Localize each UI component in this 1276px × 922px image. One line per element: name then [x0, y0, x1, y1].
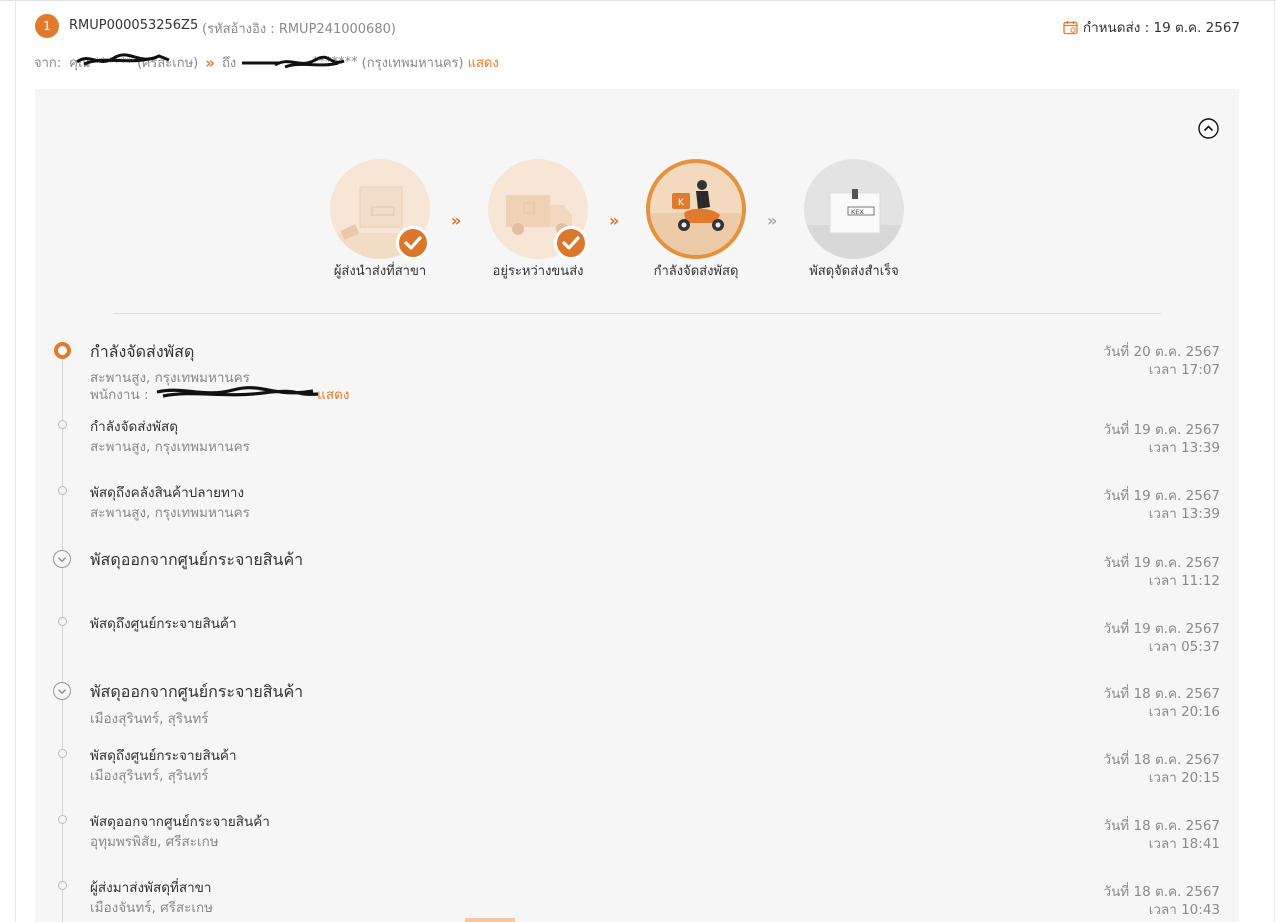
event-time: เวลา 13:39 [1148, 440, 1220, 456]
route-line: จาก: คุณ ****** (ศรีสะเกษ) » ถึง *******… [34, 52, 499, 73]
calendar-icon [1063, 20, 1078, 34]
event-datetime: วันที่ 19 ต.ค. 2567 เวลา 05:37 [1104, 620, 1221, 656]
step-delivered-illustration: KEX [804, 159, 904, 259]
right-border [1274, 0, 1275, 922]
event-time: เวลา 05:37 [1148, 639, 1220, 655]
double-chevron-icon: » [767, 211, 778, 230]
timeline-dot [58, 486, 67, 495]
step-label: ผู้ส่งนำส่งที่สาขา [333, 264, 427, 279]
timeline-dot [58, 617, 67, 626]
event-date: วันที่ 18 ต.ค. 2567 [1103, 752, 1221, 768]
expand-chevron-icon[interactable] [53, 682, 71, 700]
redaction-scribble [156, 386, 318, 398]
expand-chevron-icon[interactable] [53, 550, 71, 568]
recipient-name: ******* [240, 55, 358, 70]
event-date: วันที่ 20 ต.ค. 2567 [1103, 344, 1221, 360]
event-title: พัสดุถึงศูนย์กระจายสินค้า [90, 748, 237, 764]
event-staff: พนักงาน : แสดง [90, 383, 349, 405]
event-title: กำลังจัดส่งพัสดุ [90, 419, 179, 435]
double-chevron-icon: » [451, 211, 462, 230]
event-datetime: วันที่ 19 ต.ค. 2567 เวลา 13:39 [1104, 487, 1221, 523]
event-location: สะพานสูง, กรุงเทพมหานคร [90, 505, 250, 521]
timeline-dot [58, 420, 67, 429]
step-completed-check-icon [554, 226, 588, 260]
event-location: อุทุมพรพิสัย, ศรีสะเกษ [90, 834, 219, 850]
event-title: ผู้ส่งมาส่งพัสดุที่สาขา [90, 880, 212, 896]
event-datetime: วันที่ 18 ต.ค. 2567 เวลา 10:43 [1104, 883, 1221, 919]
event-datetime: วันที่ 19 ต.ค. 2567 เวลา 11:12 [1104, 554, 1221, 590]
event-title: พัสดุถึงคลังสินค้าปลายทาง [90, 485, 245, 501]
timeline-line [62, 359, 63, 922]
event-date: วันที่ 18 ต.ค. 2567 [1103, 884, 1221, 900]
step-label: พัสดุจัดส่งสำเร็จ [809, 264, 899, 279]
event-location: เมืองจันทร์, ศรีสะเกษ [90, 900, 214, 916]
step-label: อยู่ระหว่างขนส่ง [492, 264, 584, 279]
step-delivering-illustration: K [646, 159, 746, 259]
event-location: สะพานสูง, กรุงเทพมหานคร [90, 439, 250, 455]
from-label: จาก: [34, 56, 62, 71]
scooter-courier-icon: K [650, 180, 742, 255]
double-chevron-icon: » [205, 53, 215, 72]
collapse-up-icon[interactable] [1198, 118, 1219, 139]
top-divider [0, 0, 1276, 1]
step-label: กำลังจัดส่งพัสดุ [653, 264, 739, 279]
show-address-link[interactable]: แสดง [468, 52, 499, 73]
due-date: กำหนดส่ง : 19 ต.ค. 2567 [1063, 16, 1240, 38]
current-status-marker [54, 342, 71, 359]
event-datetime: วันที่ 18 ต.ค. 2567 เวลา 20:15 [1104, 751, 1221, 787]
left-border [15, 0, 16, 922]
redaction-scribble [242, 55, 345, 69]
event-datetime: วันที่ 20 ต.ค. 2567 เวลา 17:07 [1104, 343, 1221, 379]
staff-name-redacted [153, 385, 318, 399]
due-date-text: กำหนดส่ง : 19 ต.ค. 2567 [1082, 20, 1240, 36]
event-time: เวลา 10:43 [1148, 902, 1220, 918]
double-chevron-icon: » [609, 211, 620, 230]
event-location: เมืองสุรินทร์, สุรินทร์ [90, 711, 209, 727]
event-datetime: วันที่ 18 ต.ค. 2567 เวลา 20:16 [1104, 685, 1221, 721]
svg-text:KEX: KEX [851, 208, 864, 216]
event-time: เวลา 11:12 [1148, 573, 1220, 589]
event-location: เมืองสุรินทร์, สุรินทร์ [90, 768, 209, 784]
to-label: ถึง [221, 56, 237, 71]
event-time: เวลา 18:41 [1148, 836, 1220, 852]
redaction-scribble [76, 53, 170, 66]
step-completed-check-icon [396, 226, 430, 260]
event-title: พัสดุออกจากศูนย์กระจายสินค้า [90, 550, 304, 569]
parcel-box-icon: KEX [804, 189, 904, 259]
section-divider [113, 313, 1161, 314]
event-datetime: วันที่ 19 ต.ค. 2567 เวลา 13:39 [1104, 421, 1221, 457]
event-title: พัสดุถึงศูนย์กระจายสินค้า [90, 616, 237, 632]
tracking-number: RMUP000053256Z5 [69, 18, 199, 33]
tracking-panel: ผู้ส่งนำส่งที่สาขา » อยู่ระหว่างขนส่ง » … [35, 89, 1239, 922]
event-time: เวลา 17:07 [1148, 362, 1220, 378]
timeline-dot [58, 749, 67, 758]
event-date: วันที่ 19 ต.ค. 2567 [1103, 422, 1221, 438]
event-datetime: วันที่ 18 ต.ค. 2567 เวลา 18:41 [1104, 817, 1221, 853]
event-time: เวลา 13:39 [1148, 506, 1220, 522]
timeline-dot [58, 815, 67, 824]
event-date: วันที่ 19 ต.ค. 2567 [1103, 621, 1221, 637]
event-date: วันที่ 18 ต.ค. 2567 [1103, 686, 1221, 702]
timeline-dot [58, 881, 67, 890]
event-title: พัสดุออกจากศูนย์กระจายสินค้า [90, 814, 270, 830]
event-time: เวลา 20:15 [1148, 770, 1220, 786]
event-title: พัสดุออกจากศูนย์กระจายสินค้า [90, 682, 304, 701]
recipient-province: (กรุงเทพมหานคร) [361, 56, 464, 71]
reference-code: (รหัสอ้างอิง : RMUP241000680) [202, 22, 396, 37]
sender-name: คุณ ****** [69, 52, 170, 73]
event-time: เวลา 20:16 [1148, 704, 1220, 720]
event-date: วันที่ 19 ต.ค. 2567 [1103, 555, 1221, 571]
tracking-card: 1 RMUP000053256Z5 (รหัสอ้างอิง : RMUP241… [0, 0, 1276, 922]
event-title: กำลังจัดส่งพัสดุ [90, 342, 195, 361]
event-date: วันที่ 19 ต.ค. 2567 [1103, 488, 1221, 504]
event-date: วันที่ 18 ต.ค. 2567 [1103, 818, 1221, 834]
shipment-index-badge: 1 [35, 14, 59, 38]
scroll-indicator [465, 918, 515, 922]
